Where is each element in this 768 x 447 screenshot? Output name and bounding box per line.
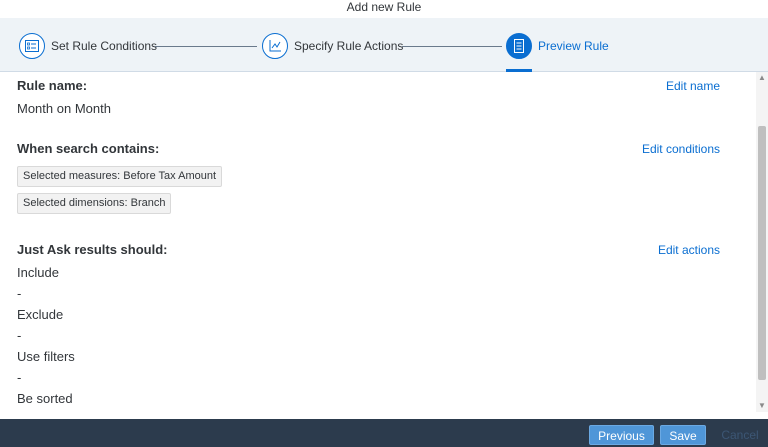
edit-name-link[interactable]: Edit name	[666, 79, 720, 93]
dialog-footer: Previous Save Cancel	[0, 419, 768, 447]
list-checkbox-icon	[19, 33, 45, 59]
dimension-token: Selected dimensions: Branch	[17, 193, 172, 214]
wizard-connector	[155, 46, 257, 47]
previous-button[interactable]: Previous	[589, 425, 654, 445]
wizard-step-label: Set Rule Conditions	[51, 39, 158, 53]
save-button[interactable]: Save	[660, 425, 706, 445]
filters-label: Use filters	[17, 349, 75, 364]
measure-token: Selected measures: Before Tax Amount	[17, 166, 223, 187]
edit-actions-link[interactable]: Edit actions	[658, 243, 720, 257]
scroll-up-icon[interactable]: ▲	[758, 74, 766, 82]
vertical-scrollbar[interactable]: ▲ ▼	[756, 72, 768, 412]
wizard-step-specify-rule-actions[interactable]: Specify Rule Actions	[262, 32, 403, 60]
rule-name-value: Month on Month	[17, 101, 111, 116]
cancel-button[interactable]: Cancel	[712, 425, 768, 445]
chart-axis-icon	[262, 33, 288, 59]
exclude-value: -	[17, 328, 22, 343]
include-value: -	[17, 286, 22, 301]
sorted-label: Be sorted	[17, 391, 73, 406]
filters-value: -	[17, 370, 22, 385]
wizard-progress-bar: Set Rule Conditions Specify Rule Actions…	[0, 18, 768, 72]
wizard-connector	[402, 46, 502, 47]
conditions-heading: When search contains:	[17, 141, 160, 156]
scroll-thumb[interactable]	[758, 126, 766, 380]
scroll-down-icon[interactable]: ▼	[758, 402, 766, 410]
dialog-title: Add new Rule	[0, 0, 768, 18]
wizard-step-set-rule-conditions[interactable]: Set Rule Conditions	[19, 32, 157, 60]
rule-name-heading: Rule name:	[17, 78, 88, 93]
include-label: Include	[17, 265, 59, 280]
wizard-step-label: Preview Rule	[538, 39, 609, 53]
wizard-step-label: Specify Rule Actions	[294, 39, 404, 53]
edit-conditions-link[interactable]: Edit conditions	[642, 142, 720, 156]
document-icon	[506, 33, 532, 59]
rule-preview-panel: Rule name: Edit name Month on Month When…	[0, 72, 756, 412]
wizard-step-preview-rule[interactable]: Preview Rule	[506, 32, 609, 60]
exclude-label: Exclude	[17, 307, 64, 322]
results-heading: Just Ask results should:	[17, 242, 168, 257]
